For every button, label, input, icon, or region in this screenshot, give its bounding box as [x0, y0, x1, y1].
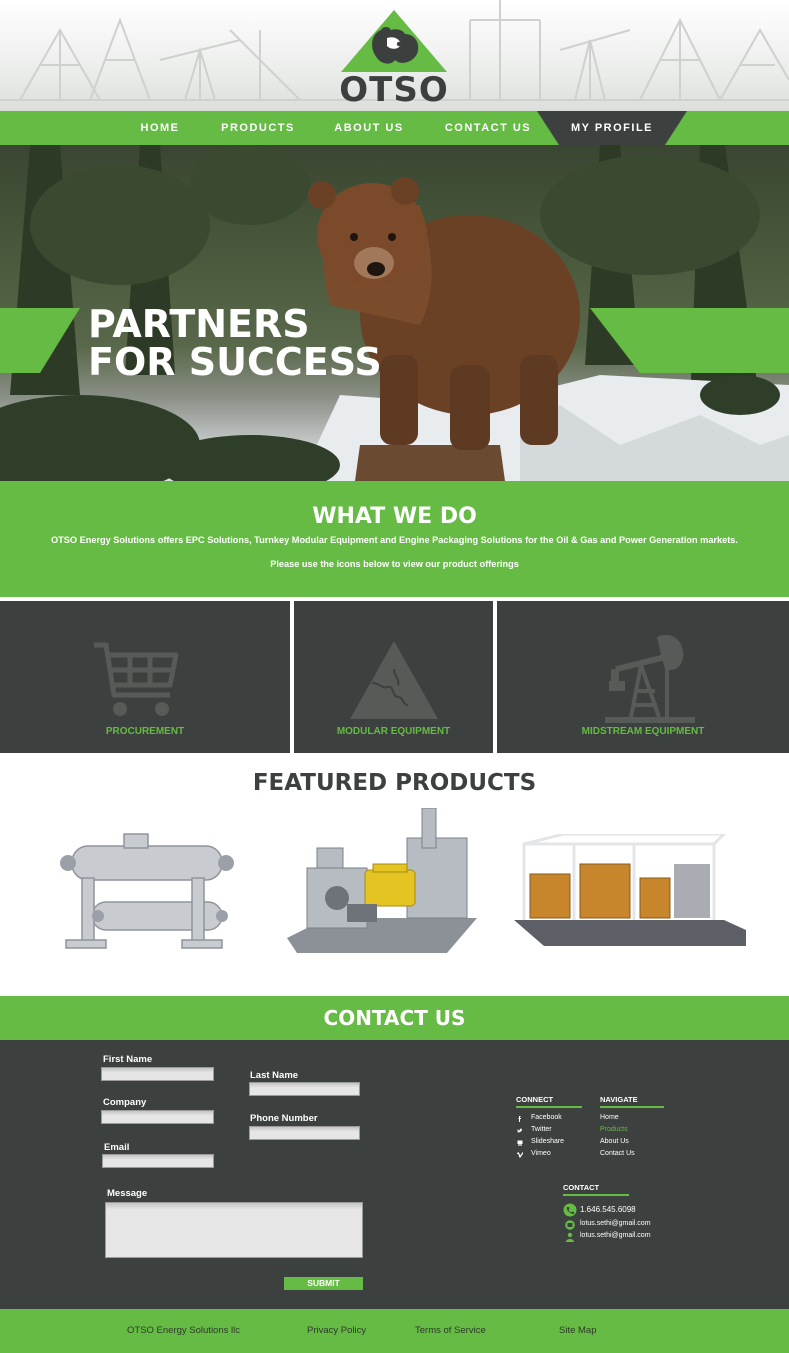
nav-products[interactable]: PRODUCTS	[218, 111, 298, 145]
phone-number-field[interactable]	[249, 1126, 360, 1140]
service-midstream-equipment[interactable]: MIDSTREAM EQUIPMENT	[497, 601, 789, 753]
service-procurement[interactable]: PROCUREMENT	[0, 601, 290, 753]
last-name-field[interactable]	[249, 1082, 360, 1096]
phone-icon	[563, 1203, 577, 1217]
what-we-do-title: WHAT WE DO	[312, 504, 477, 529]
nav-about-us[interactable]: ABOUT US	[330, 111, 408, 145]
service-midstream-equipment-label: MIDSTREAM EQUIPMENT	[581, 726, 705, 737]
phone-number-label: Phone Number	[250, 1113, 318, 1124]
nav-contact-us[interactable]: CONTACT US	[442, 111, 534, 145]
message-field[interactable]	[105, 1202, 363, 1258]
navigate-link-home[interactable]: Home	[600, 1114, 619, 1121]
product-power-module[interactable]	[514, 834, 746, 954]
slideshare-icon	[517, 1140, 523, 1146]
connect-divider	[516, 1106, 582, 1108]
email-field[interactable]	[102, 1154, 214, 1168]
featured-products-title: FEATURED PRODUCTS	[252, 770, 537, 796]
what-we-do-description: OTSO Energy Solutions offers EPC Solutio…	[51, 535, 738, 545]
connect-link-twitter[interactable]: Twitter	[531, 1126, 552, 1133]
product-compressor-package[interactable]	[287, 808, 477, 958]
company-label: Company	[103, 1097, 147, 1108]
connect-link-vimeo[interactable]: Vimeo	[531, 1150, 551, 1157]
navigate-link-products[interactable]: Products	[600, 1126, 628, 1133]
hero-line-1: PARTNERS	[88, 302, 310, 346]
contact-email-1[interactable]: lotus.sethi@gmail.com	[580, 1220, 651, 1227]
navigate-link-contact-us[interactable]: Contact Us	[600, 1150, 635, 1157]
puzzle-triangle-icon	[350, 641, 438, 719]
hero-headline: PARTNERS FOR SUCCESS	[88, 305, 382, 381]
company-field[interactable]	[101, 1110, 214, 1124]
connect-heading: CONNECT	[516, 1095, 554, 1104]
what-we-do-note: Please use the icons below to view our p…	[270, 559, 519, 569]
navigate-link-about-us[interactable]: About Us	[600, 1138, 629, 1145]
footer-terms-link[interactable]: Terms of Service	[415, 1325, 486, 1336]
twitter-icon	[517, 1128, 523, 1133]
brand-name: OTSO	[339, 70, 449, 110]
facebook-icon	[518, 1116, 521, 1122]
connect-link-slideshare[interactable]: Slideshare	[531, 1138, 564, 1145]
footer-sitemap-link[interactable]: Site Map	[559, 1325, 597, 1336]
vimeo-icon	[517, 1152, 523, 1158]
nav-my-profile[interactable]: MY PROFILE	[537, 111, 687, 145]
first-name-field[interactable]	[101, 1067, 214, 1081]
contact-phone[interactable]: 1.646.545.6098	[580, 1205, 636, 1214]
footer-company: OTSO Energy Solutions llc	[127, 1325, 240, 1336]
hero-banner: PARTNERS FOR SUCCESS	[0, 145, 789, 481]
contact-email-2[interactable]: lotus.sethi@gmail.com	[580, 1232, 651, 1239]
service-modular-equipment[interactable]: MODULAR EQUIPMENT	[294, 601, 493, 753]
service-procurement-label: PROCUREMENT	[105, 726, 185, 737]
message-label: Message	[107, 1188, 148, 1199]
connect-link-facebook[interactable]: Facebook	[531, 1114, 562, 1121]
user-icon	[566, 1232, 574, 1242]
navigate-divider	[600, 1106, 664, 1108]
last-name-label: Last Name	[250, 1070, 299, 1081]
product-heat-exchanger[interactable]	[52, 826, 242, 956]
service-modular-equipment-label: MODULAR EQUIPMENT	[336, 726, 451, 737]
contact-details-heading: CONTACT	[563, 1183, 600, 1192]
submit-button[interactable]: SUBMIT	[284, 1277, 363, 1290]
footer-privacy-link[interactable]: Privacy Policy	[307, 1325, 366, 1336]
hero-line-2: FOR SUCCESS	[88, 340, 382, 384]
navigate-heading: NAVIGATE	[600, 1095, 638, 1104]
contact-title: CONTACT US	[323, 1006, 466, 1030]
shopping-cart-icon	[94, 642, 179, 716]
contact-details-divider	[563, 1194, 629, 1196]
email-label: Email	[104, 1142, 130, 1153]
main-nav: HOME PRODUCTS ABOUT US CONTACT US MY PRO…	[0, 111, 789, 145]
nav-my-profile-label: MY PROFILE	[570, 122, 654, 134]
site-header: OTSO	[0, 0, 789, 111]
first-name-label: First Name	[103, 1054, 153, 1065]
otso-logo[interactable]: OTSO	[339, 8, 449, 110]
nav-home[interactable]: HOME	[133, 111, 187, 145]
email-icon	[565, 1220, 575, 1230]
oil-pump-icon	[605, 634, 695, 723]
site-footer	[0, 1309, 789, 1353]
